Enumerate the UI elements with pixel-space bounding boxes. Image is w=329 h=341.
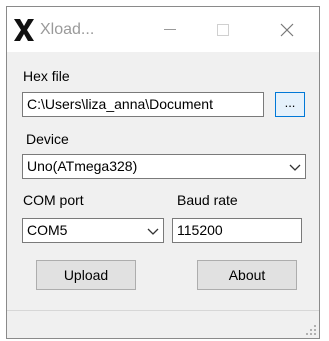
minimize-icon: [164, 28, 176, 30]
status-bar: [7, 310, 319, 338]
upload-button[interactable]: Upload: [36, 260, 136, 290]
close-icon: [280, 23, 294, 36]
com-port-selected-value: COM5: [27, 222, 68, 238]
xload-x-icon: [14, 19, 34, 41]
browse-button[interactable]: ...: [275, 92, 305, 117]
hex-file-field[interactable]: C:\Users\liza_anna\Document: [22, 92, 264, 117]
window-title: Xload...: [40, 21, 95, 38]
about-button[interactable]: About: [197, 260, 297, 290]
baud-rate-field[interactable]: 115200: [172, 218, 302, 243]
maximize-button[interactable]: [200, 7, 246, 52]
baud-rate-label: Baud rate: [177, 192, 238, 208]
xload-window: Xload... Hex file C:\Users\liza_anna\Doc…: [6, 6, 320, 339]
hex-file-label: Hex file: [23, 68, 70, 84]
resize-grip-icon[interactable]: [305, 324, 317, 336]
title-bar[interactable]: Xload...: [7, 7, 319, 52]
device-selected-value: Uno(ATmega328): [27, 158, 138, 174]
device-label: Device: [26, 131, 69, 147]
chevron-down-icon: [289, 164, 301, 171]
minimize-button[interactable]: [147, 7, 193, 52]
maximize-icon: [217, 23, 229, 36]
com-port-select[interactable]: COM5: [22, 218, 164, 243]
chevron-down-icon: [147, 228, 159, 235]
close-button[interactable]: [264, 7, 310, 52]
com-port-label: COM port: [23, 192, 84, 208]
device-select[interactable]: Uno(ATmega328): [22, 154, 306, 179]
